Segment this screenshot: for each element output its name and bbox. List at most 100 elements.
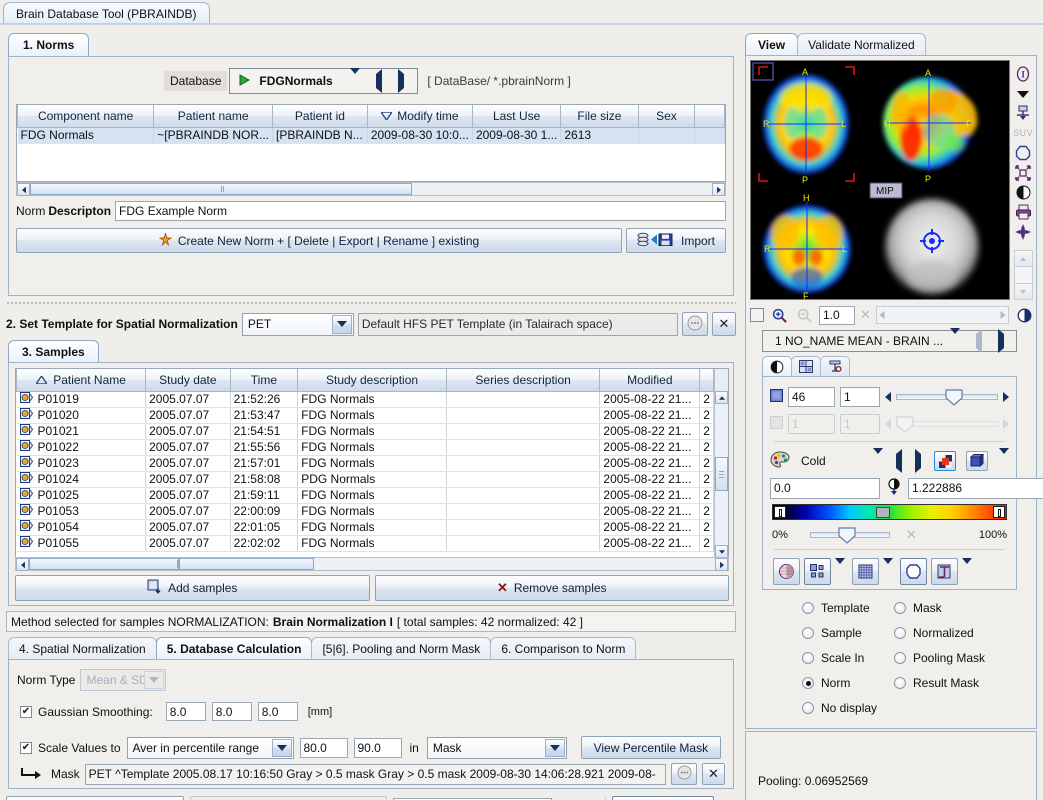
save-norm-button[interactable]: 7. Save norm xyxy=(612,796,714,800)
samples-col-time[interactable]: Time xyxy=(229,369,299,392)
norms-hscrollbar[interactable] xyxy=(16,182,726,196)
gaussian-y-input[interactable] xyxy=(211,702,252,721)
norms-col-modify-time[interactable]: Modify time xyxy=(366,105,473,128)
scale-mode-combo[interactable]: Aver in percentile range xyxy=(126,736,294,759)
norms-hscroll-thumb[interactable] xyxy=(30,183,412,195)
samples-col-modified[interactable]: Modified xyxy=(599,369,701,392)
palette-dropdown-icon[interactable] xyxy=(873,448,883,468)
text-icon[interactable] xyxy=(931,557,958,585)
chevron-down-icon[interactable] xyxy=(350,68,361,88)
template-close-button[interactable]: ✕ xyxy=(712,312,736,336)
norms-table-row[interactable]: FDG Normals ~[PBRAINDB NOR... [PBRAINDB … xyxy=(17,127,725,144)
layout-icon[interactable] xyxy=(1012,105,1034,123)
samples-hscroll-right[interactable] xyxy=(715,558,728,571)
roi-options-icon[interactable] xyxy=(835,558,845,578)
table-row[interactable]: P01019 2005.07.07 21:52:26 FDG Normals 2… xyxy=(16,391,714,408)
print-icon[interactable] xyxy=(1012,203,1034,221)
grid-icon[interactable] xyxy=(852,557,879,585)
slice-increment-icon[interactable] xyxy=(1003,392,1009,402)
norms-hscroll-right[interactable] xyxy=(712,183,725,196)
remove-samples-button[interactable]: ✕ Remove samples xyxy=(374,575,729,601)
radio-sample-button[interactable] xyxy=(802,627,814,639)
chevron-down-icon[interactable] xyxy=(271,738,292,757)
gaussian-smoothing-checkbox[interactable]: ✔ xyxy=(20,705,32,718)
info-icon[interactable]: I xyxy=(1012,65,1034,83)
mask-close-button[interactable]: ✕ xyxy=(702,763,725,785)
palette-prev-icon[interactable] xyxy=(896,449,902,473)
samples-col-patient-name[interactable]: Patient Name xyxy=(16,369,147,392)
norms-col-last-use[interactable]: Last Use xyxy=(471,105,562,128)
radio-scale-in[interactable]: Scale In xyxy=(802,651,894,665)
scale-in-combo[interactable]: Mask xyxy=(426,736,567,759)
samples-col-series-desc[interactable]: Series description xyxy=(445,369,601,392)
brain-image-canvas[interactable]: AP RL A P H F MIP H F R L xyxy=(750,60,1010,300)
radio-norm[interactable]: Norm xyxy=(802,676,894,690)
norms-col-file-size[interactable]: File size xyxy=(560,105,639,128)
contrast-tab-icon[interactable] xyxy=(762,356,792,376)
table-row[interactable]: P01022 2005.07.07 21:55:56 FDG Normals 2… xyxy=(16,439,714,456)
frame-slider[interactable] xyxy=(896,415,998,433)
blend-icon[interactable] xyxy=(773,557,800,585)
chevron-down-icon[interactable] xyxy=(950,328,960,348)
table-row[interactable]: P01020 2005.07.07 21:53:47 FDG Normals 2… xyxy=(16,407,714,424)
tab-validate-normalized[interactable]: Validate Normalized xyxy=(797,33,926,55)
invert-contrast-icon[interactable] xyxy=(1014,305,1034,325)
circle-roi-icon[interactable] xyxy=(900,557,927,585)
percent-slider-thumb[interactable] xyxy=(838,527,856,544)
samples-hscroll-thumb-b[interactable] xyxy=(179,558,314,570)
colorbar[interactable] xyxy=(772,504,1007,520)
palette-cube-button[interactable] xyxy=(966,451,988,471)
chevron-down-icon[interactable] xyxy=(544,738,565,757)
norms-col-patient-name[interactable]: Patient name xyxy=(153,105,273,128)
table-row[interactable]: P01055 2005.07.07 22:02:02 FDG Normals 2… xyxy=(16,535,714,552)
zoom-in-icon[interactable] xyxy=(769,305,789,325)
samples-hscrollbar[interactable] xyxy=(15,557,729,571)
slice-slider-track[interactable] xyxy=(875,306,1009,324)
radio-normalized[interactable]: Normalized xyxy=(894,626,1002,640)
frame-slider-thumb[interactable] xyxy=(896,416,914,433)
frame-index-input[interactable] xyxy=(788,414,835,434)
layout-tab-icon[interactable] xyxy=(791,356,821,376)
polygon-icon[interactable] xyxy=(1012,144,1034,162)
view-percentile-mask-button[interactable]: View Percentile Mask xyxy=(580,736,721,759)
samples-hscroll-left[interactable] xyxy=(16,558,29,571)
radio-template-button[interactable] xyxy=(802,602,814,614)
text-options-icon[interactable] xyxy=(962,558,972,578)
slice-slider[interactable] xyxy=(896,388,998,406)
norms-col-sex[interactable]: Sex xyxy=(637,105,696,128)
tab-samples[interactable]: 3. Samples xyxy=(8,340,99,362)
colorbar-min-handle[interactable] xyxy=(774,506,786,518)
palette-next-icon[interactable] xyxy=(915,449,921,473)
chevron-down-icon[interactable] xyxy=(144,671,165,689)
slice-index-input[interactable] xyxy=(788,387,835,407)
table-row[interactable]: P01025 2005.07.07 21:59:11 FDG Normals 2… xyxy=(16,487,714,504)
tools-tab-icon[interactable] xyxy=(820,356,850,376)
range-min-input[interactable] xyxy=(770,477,880,499)
slice-scroll-down[interactable] xyxy=(1013,283,1033,301)
mask-info-button[interactable] xyxy=(671,763,697,785)
palette-options-icon[interactable] xyxy=(999,448,1009,468)
samples-vscroll-up[interactable] xyxy=(715,391,728,404)
next-icon[interactable] xyxy=(398,69,405,93)
tab-norms[interactable]: 1. Norms xyxy=(8,33,90,56)
radio-template[interactable]: Template xyxy=(802,601,894,615)
radio-no-display[interactable]: No display xyxy=(802,701,894,715)
table-row[interactable]: P01053 2005.07.07 22:00:09 FDG Normals 2… xyxy=(16,503,714,520)
contrast-icon[interactable] xyxy=(1012,184,1034,202)
chevron-down-icon[interactable] xyxy=(1012,85,1034,103)
slice-next-icon[interactable] xyxy=(1000,311,1006,319)
scale-values-checkbox[interactable]: ✔ xyxy=(20,741,32,754)
radio-normalized-button[interactable] xyxy=(894,627,906,639)
clear-zoom-icon[interactable]: ✕ xyxy=(860,307,871,323)
radio-no-display-button[interactable] xyxy=(802,702,814,714)
prev-icon[interactable] xyxy=(376,69,383,93)
palette-icon[interactable] xyxy=(770,451,790,471)
fit-icon[interactable] xyxy=(1012,164,1034,182)
slice-prev-icon[interactable] xyxy=(879,311,885,319)
percent-slider[interactable] xyxy=(809,526,890,544)
palette-checker-button[interactable] xyxy=(934,451,956,471)
radio-pooling-mask-button[interactable] xyxy=(894,652,906,664)
series-next-icon[interactable] xyxy=(998,329,1004,353)
norms-col-patient-id[interactable]: Patient id xyxy=(272,105,368,128)
tab-pooling-norm-mask[interactable]: [5|6]. Pooling and Norm Mask xyxy=(311,637,492,659)
